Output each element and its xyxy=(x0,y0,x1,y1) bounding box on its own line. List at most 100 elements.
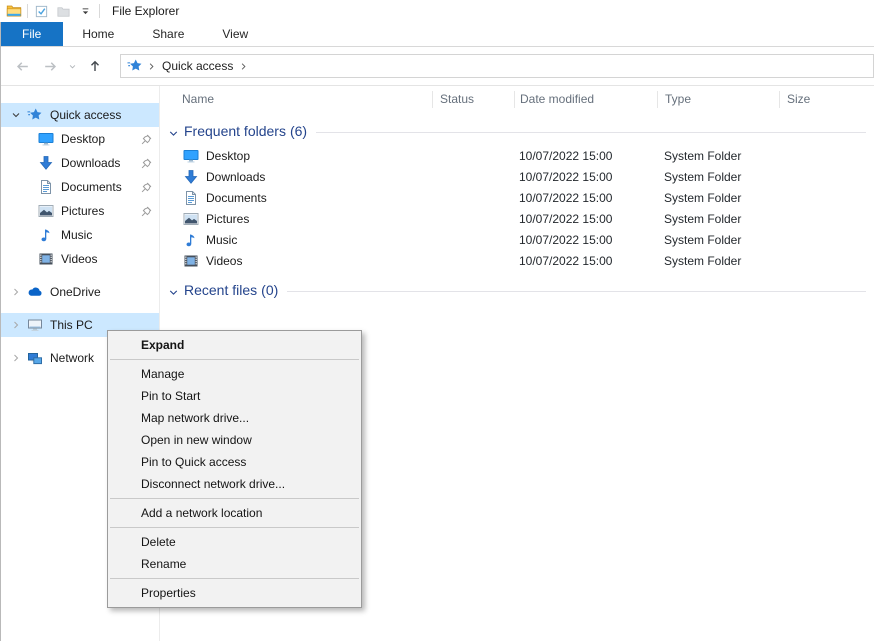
sidebar-item-downloads[interactable]: Downloads xyxy=(0,151,159,175)
menu-item-expand[interactable]: Expand xyxy=(108,334,361,356)
menu-item-rename[interactable]: Rename xyxy=(108,553,361,575)
pin-icon xyxy=(139,204,153,218)
menu-item-add-a-network-location[interactable]: Add a network location xyxy=(108,502,361,524)
sidebar-item-quick-access[interactable]: Quick access xyxy=(0,103,159,127)
new-folder-icon[interactable] xyxy=(55,3,72,20)
cell-type: System Folder xyxy=(657,212,779,226)
pin-icon xyxy=(139,156,153,170)
properties-check-icon[interactable] xyxy=(33,3,50,20)
quick-access-star-icon xyxy=(127,58,143,74)
sidebar-item-videos[interactable]: Videos xyxy=(0,247,159,271)
back-arrow-icon[interactable] xyxy=(8,54,36,78)
sidebar-item-label: Music xyxy=(61,228,92,242)
sidebar-item-desktop[interactable]: Desktop xyxy=(0,127,159,151)
recent-locations-chevron-icon[interactable] xyxy=(64,54,80,78)
chevron-down-icon[interactable] xyxy=(167,283,181,297)
column-header-label: Date modified xyxy=(520,92,594,106)
context-menu: Expand ManagePin to StartMap network driv… xyxy=(107,330,362,608)
window-left-border xyxy=(0,22,1,641)
file-name: Downloads xyxy=(206,170,265,184)
cell-type: System Folder xyxy=(657,149,779,163)
column-header-date-modified[interactable]: Date modified xyxy=(514,91,657,108)
menu-item-pin-to-quick-access[interactable]: Pin to Quick access xyxy=(108,451,361,473)
groups-container: Frequent folders(6)Desktop10/07/2022 15:… xyxy=(160,121,874,300)
ribbon-tabs: FileHomeShareView xyxy=(0,22,874,47)
chevron-down-icon[interactable] xyxy=(8,107,24,123)
music-icon xyxy=(183,232,199,248)
documents-icon xyxy=(183,190,199,206)
file-row-downloads[interactable]: Downloads10/07/2022 15:00System Folder xyxy=(160,166,874,187)
address-bar[interactable]: Quick access xyxy=(120,54,874,78)
forward-arrow-icon[interactable] xyxy=(36,54,64,78)
titlebar-separator xyxy=(27,4,28,18)
file-row-music[interactable]: Music10/07/2022 15:00System Folder xyxy=(160,229,874,250)
column-headers: Name Status Date modified TypeSize xyxy=(160,86,874,112)
breadcrumb-chevron-icon[interactable] xyxy=(239,59,248,73)
tab-file[interactable]: File xyxy=(0,22,63,46)
menu-separator xyxy=(110,527,359,528)
up-arrow-icon[interactable] xyxy=(80,54,110,78)
tab-view[interactable]: View xyxy=(203,22,267,46)
column-header-status[interactable]: Status xyxy=(432,91,514,108)
file-row-desktop[interactable]: Desktop10/07/2022 15:00System Folder xyxy=(160,145,874,166)
menu-item-delete[interactable]: Delete xyxy=(108,531,361,553)
sidebar-item-label: OneDrive xyxy=(50,285,101,299)
sidebar-item-label: Videos xyxy=(61,252,97,266)
cell-name: Downloads xyxy=(160,169,432,185)
chevron-right-icon[interactable] xyxy=(8,284,24,300)
menu-item-open-in-new-window[interactable]: Open in new window xyxy=(108,429,361,451)
group-count: (0) xyxy=(261,282,278,298)
cell-type: System Folder xyxy=(657,254,779,268)
chevron-right-icon[interactable] xyxy=(8,317,24,333)
file-name: Videos xyxy=(206,254,242,268)
chevron-right-icon[interactable] xyxy=(8,350,24,366)
documents-icon xyxy=(38,179,54,195)
menu-item-disconnect-network-drive[interactable]: Disconnect network drive... xyxy=(108,473,361,495)
cell-date-modified: 10/07/2022 15:00 xyxy=(514,233,657,247)
sidebar-item-label: Downloads xyxy=(61,156,120,170)
desktop-icon xyxy=(183,148,199,164)
group-header-recent-files[interactable]: Recent files(0) xyxy=(160,280,874,300)
sidebar-item-label: Pictures xyxy=(61,204,104,218)
group-header-line xyxy=(287,291,866,292)
file-name: Music xyxy=(206,233,237,247)
menu-item-map-network-drive[interactable]: Map network drive... xyxy=(108,407,361,429)
sidebar-item-pictures[interactable]: Pictures xyxy=(0,199,159,223)
sidebar-item-music[interactable]: Music xyxy=(0,223,159,247)
group-header-frequent-folders[interactable]: Frequent folders(6) xyxy=(160,121,874,141)
file-name: Desktop xyxy=(206,149,250,163)
network-icon xyxy=(27,350,43,366)
cell-date-modified: 10/07/2022 15:00 xyxy=(514,170,657,184)
breadcrumb-chevron-icon[interactable] xyxy=(147,59,156,73)
pin-icon xyxy=(139,180,153,194)
column-header-label: Name xyxy=(182,92,214,106)
videos-icon xyxy=(183,253,199,269)
sidebar-item-label: This PC xyxy=(50,318,93,332)
file-row-documents[interactable]: Documents10/07/2022 15:00System Folder xyxy=(160,187,874,208)
chevron-down-icon[interactable] xyxy=(167,124,181,138)
column-header-type[interactable]: Type xyxy=(657,91,779,108)
menu-item-manage[interactable]: Manage xyxy=(108,363,361,385)
sidebar-item-onedrive[interactable]: OneDrive xyxy=(0,280,159,304)
sidebar-item-documents[interactable]: Documents xyxy=(0,175,159,199)
file-row-pictures[interactable]: Pictures10/07/2022 15:00System Folder xyxy=(160,208,874,229)
tab-share[interactable]: Share xyxy=(133,22,203,46)
tab-home[interactable]: Home xyxy=(63,22,133,46)
menu-item-pin-to-start[interactable]: Pin to Start xyxy=(108,385,361,407)
toolbar-dropdown-icon[interactable] xyxy=(77,3,94,20)
cell-name: Documents xyxy=(160,190,432,206)
sidebar-item-label: Quick access xyxy=(50,108,121,122)
cell-date-modified: 10/07/2022 15:00 xyxy=(514,254,657,268)
menu-separator xyxy=(110,578,359,579)
quick-access-star-icon xyxy=(27,107,43,123)
breadcrumb-item-quick-access[interactable]: Quick access xyxy=(160,59,235,73)
column-header-name[interactable]: Name xyxy=(160,91,432,108)
explorer-logo-icon xyxy=(5,3,22,20)
file-row-videos[interactable]: Videos 10/07/2022 15:00System Folder xyxy=(160,250,874,271)
this-pc-icon xyxy=(27,317,43,333)
sidebar-item-label: Network xyxy=(50,351,94,365)
menu-separator xyxy=(110,498,359,499)
menu-item-properties[interactable]: Properties xyxy=(108,582,361,604)
group-count: (6) xyxy=(290,123,307,139)
column-header-size[interactable]: Size xyxy=(779,91,856,108)
